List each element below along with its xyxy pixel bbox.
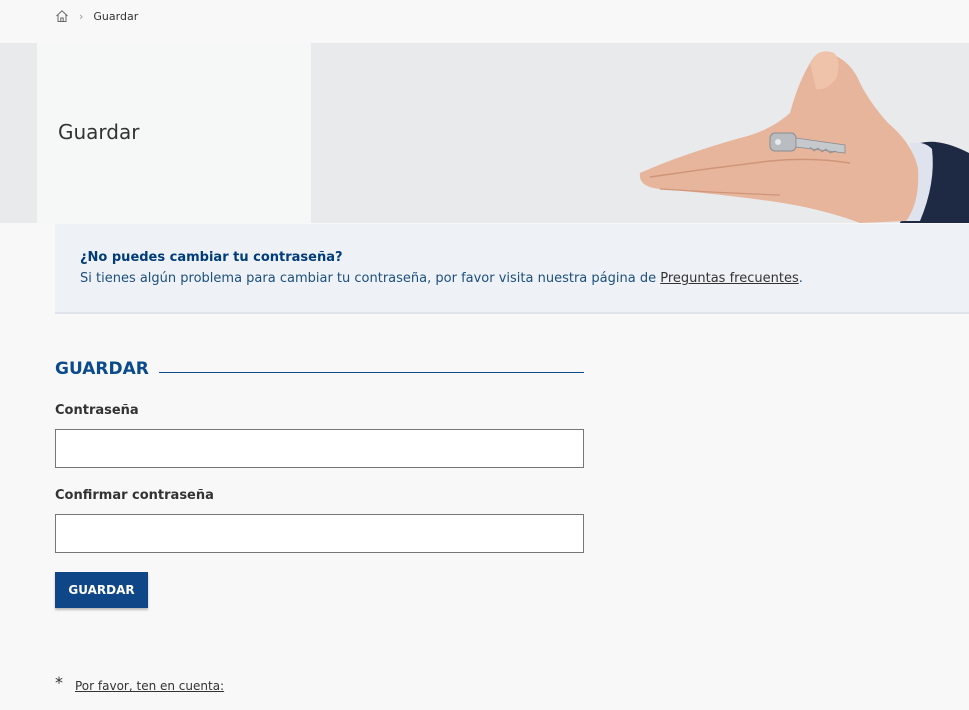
hero-banner: Guardar xyxy=(0,43,969,223)
page-title: Guardar xyxy=(58,120,140,144)
home-icon[interactable] xyxy=(55,9,69,23)
heading-rule xyxy=(158,371,584,373)
hand-holding-key-image xyxy=(639,51,969,223)
password-help-box: ¿No puedes cambiar tu contraseña? Si tie… xyxy=(55,224,969,314)
confirm-password-input[interactable] xyxy=(55,514,584,553)
form-heading-label: GUARDAR xyxy=(55,359,149,379)
help-text-end: . xyxy=(798,271,803,286)
faq-link[interactable]: Preguntas frecuentes xyxy=(660,271,799,286)
password-input[interactable] xyxy=(55,429,584,468)
help-title: ¿No puedes cambiar tu contraseña? xyxy=(80,250,343,265)
note-link[interactable]: Por favor, ten en cuenta: xyxy=(75,679,224,693)
note: * Por favor, ten en cuenta: xyxy=(55,673,224,694)
breadcrumb-separator: › xyxy=(79,9,84,23)
breadcrumb-current: Guardar xyxy=(93,9,139,23)
help-text-body: Si tienes algún problema para cambiar tu… xyxy=(80,271,661,286)
help-text: Si tienes algún problema para cambiar tu… xyxy=(80,271,969,286)
note-marker: * xyxy=(55,673,63,692)
form-heading: GUARDAR xyxy=(55,358,584,380)
breadcrumb: › Guardar xyxy=(55,8,138,24)
hero-title-card: Guardar xyxy=(37,43,311,223)
save-button[interactable]: GUARDAR xyxy=(55,572,148,608)
confirm-password-label: Confirmar contraseña xyxy=(55,488,214,503)
password-label: Contraseña xyxy=(55,403,139,418)
